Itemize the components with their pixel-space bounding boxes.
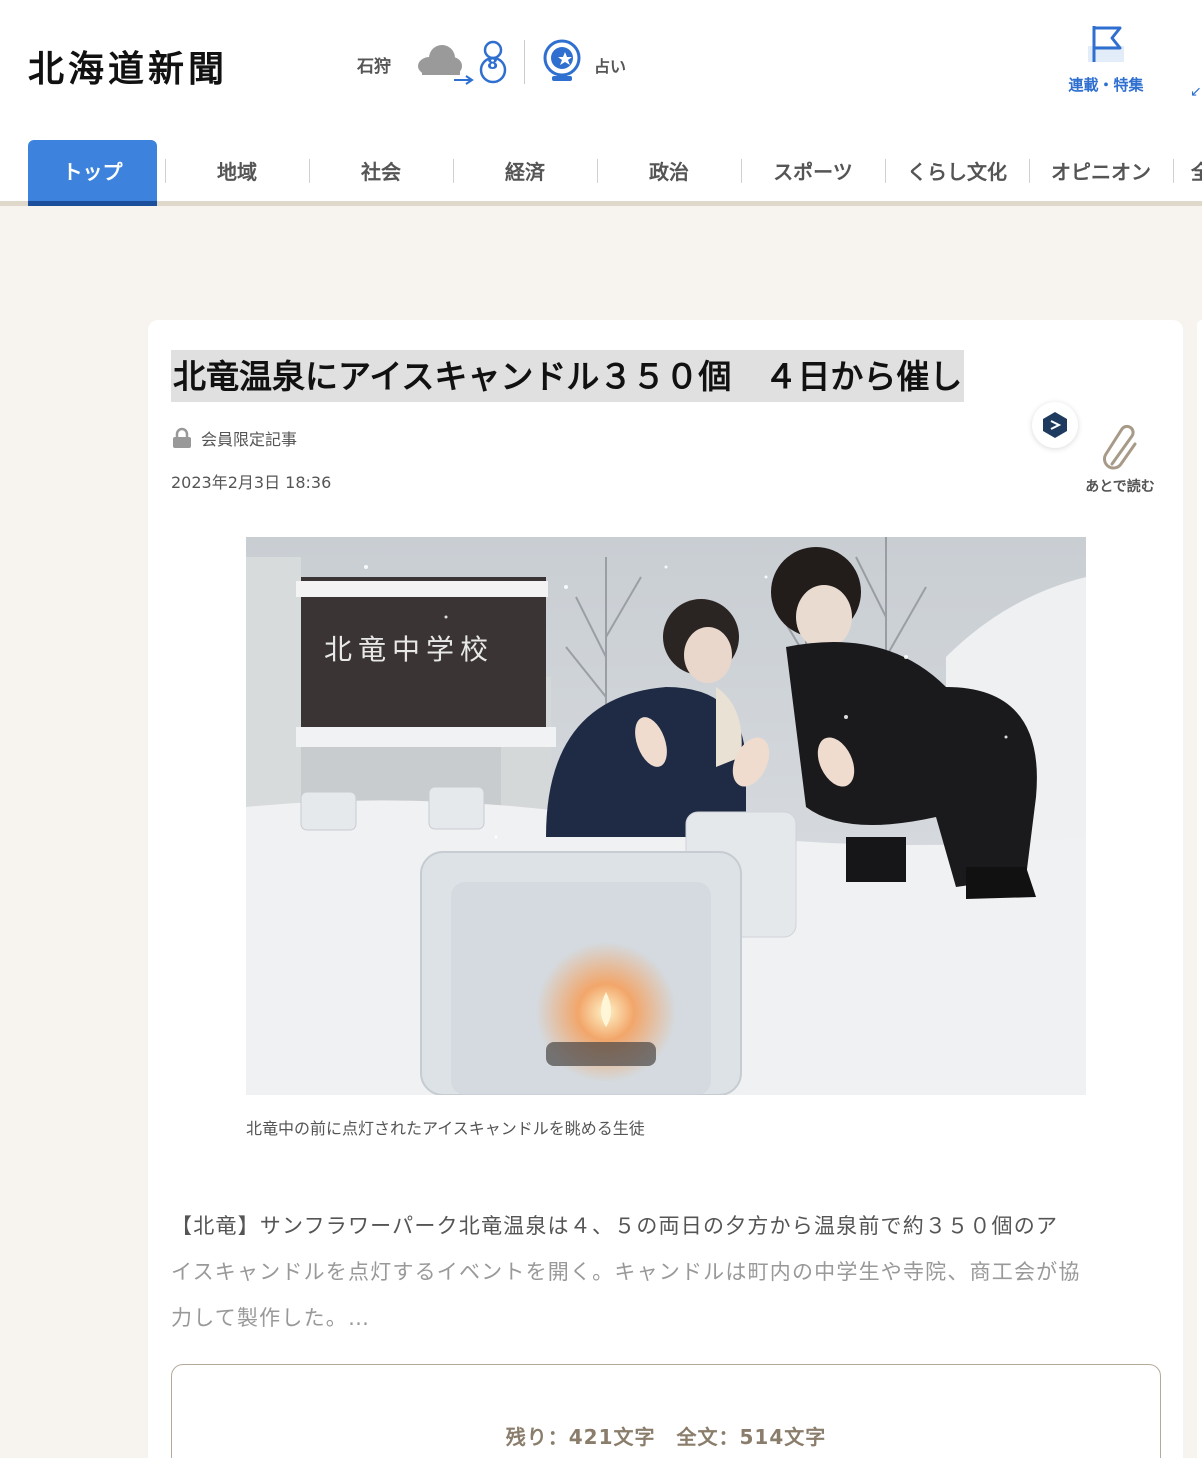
fortune-icon[interactable] xyxy=(540,38,586,84)
weather-region: 石狩 xyxy=(357,57,391,77)
tab-politics[interactable]: 政治 xyxy=(597,140,741,201)
series-label: 連載・特集 xyxy=(1068,76,1144,94)
read-later-button[interactable]: あとで読む xyxy=(1078,424,1162,496)
site-logo[interactable]: 北海道新聞 xyxy=(28,40,228,92)
flag-icon xyxy=(1088,26,1124,62)
share-icon xyxy=(1043,412,1067,438)
school-sign-text: 北竜中学校 xyxy=(324,633,494,666)
tab-lifestyle-culture[interactable]: くらし文化 xyxy=(885,140,1029,201)
temperature: 8 xyxy=(487,54,498,73)
cloud-to-snowman-icon: 8 xyxy=(418,40,507,85)
tab-economy[interactable]: 経済 xyxy=(453,140,597,201)
site-header: 北海道新聞 石狩 8 占い 連載・特集 ↙ xyxy=(0,0,1202,140)
tab-top[interactable]: トップ xyxy=(28,140,157,206)
article-headline: 北竜温泉にアイスキャンドル３５０個 ４日から催し xyxy=(171,350,965,402)
cut-off-icon: ↙ xyxy=(1190,84,1202,100)
paperclip-icon xyxy=(1103,424,1137,470)
article-lead: 【北竜】サンフラワーパーク北竜温泉は４、５の両日の夕方から温泉前で約３５０個のア… xyxy=(171,1203,1161,1341)
fortune-link[interactable]: 占い xyxy=(594,53,626,77)
tab-region[interactable]: 地域 xyxy=(165,140,309,201)
article-lead-line: イスキャンドルを点灯するイベントを開く。キャンドルは町内の中学生や寺院、商工会が… xyxy=(171,1260,1081,1284)
tab-society[interactable]: 社会 xyxy=(309,140,453,201)
side-panel-edge xyxy=(1197,320,1202,1458)
publish-date: 2023年2月3日 18:36 xyxy=(171,473,332,492)
tab-sports[interactable]: スポーツ xyxy=(741,140,885,201)
read-later-label: あとで読む xyxy=(1085,479,1155,495)
main-nav: トップ 地域 社会 経済 政治 スポーツ くらし文化 オピニオン 全 xyxy=(0,140,1202,206)
ice-candle-photo: 北竜中学校 xyxy=(246,537,1086,1095)
share-button[interactable] xyxy=(1032,402,1078,448)
series-features-link[interactable]: 連載・特集 xyxy=(1058,22,1154,102)
article-photo[interactable]: 北竜中学校 xyxy=(246,537,1086,1095)
article-lead-line: 力して製作した。… xyxy=(171,1306,371,1330)
remaining-characters: 残り：421文字 全文：514文字 xyxy=(505,1425,827,1449)
article-lead-line: 【北竜】サンフラワーパーク北竜温泉は４、５の両日の夕方から温泉前で約３５０個のア xyxy=(171,1214,1059,1238)
photo-caption: 北竜中の前に点灯されたアイスキャンドルを眺める生徒 xyxy=(246,1119,645,1138)
weather-widget[interactable]: 8 xyxy=(416,38,511,86)
paywall-box: 残り：421文字 全文：514文字 xyxy=(171,1364,1161,1458)
tab-all[interactable]: 全 xyxy=(1173,140,1202,201)
lock-icon xyxy=(173,427,191,448)
header-divider xyxy=(524,40,525,84)
members-only-label: 会員限定記事 xyxy=(201,430,298,449)
members-only-badge: 会員限定記事 xyxy=(171,426,297,450)
tab-opinion[interactable]: オピニオン xyxy=(1029,140,1173,201)
